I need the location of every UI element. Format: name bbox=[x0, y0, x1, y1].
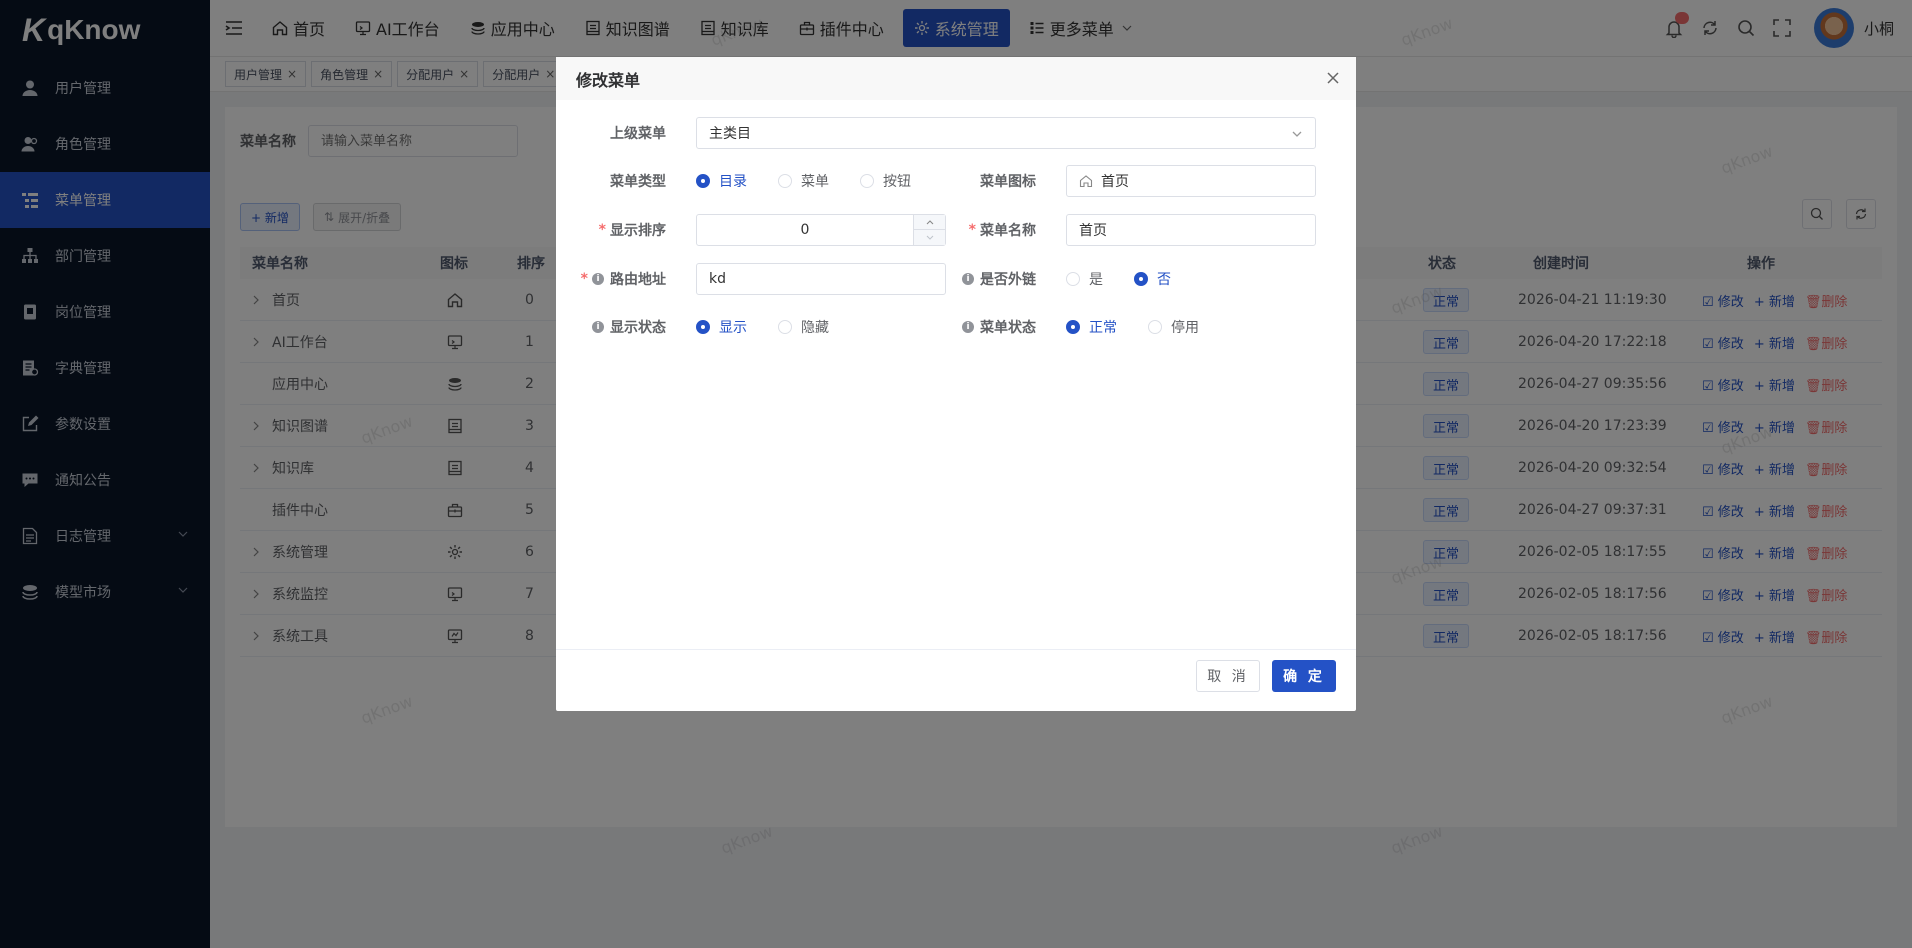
radio-dot bbox=[860, 174, 874, 188]
parent-menu-select[interactable]: 主类目 bbox=[696, 117, 1316, 149]
radio-visible-show[interactable]: 显示 bbox=[696, 311, 747, 343]
radio-label: 目录 bbox=[719, 174, 747, 190]
menu-type-label: 菜单类型 bbox=[556, 165, 666, 197]
menu-name-label: * 菜单名称 bbox=[926, 214, 1036, 246]
confirm-button[interactable]: 确 定 bbox=[1272, 660, 1336, 692]
radio-status-normal[interactable]: 正常 bbox=[1066, 311, 1117, 343]
radio-label: 停用 bbox=[1171, 320, 1199, 336]
radio-dot bbox=[1066, 320, 1080, 334]
menu-type-row: 菜单类型 目录 菜单 按钮 菜单图标 首页 bbox=[556, 165, 1356, 197]
menu-name-input[interactable]: 首页 bbox=[1066, 214, 1316, 246]
required-mark: * bbox=[968, 222, 976, 238]
radio-label: 隐藏 bbox=[801, 320, 829, 336]
external-link-label: i 是否外链 bbox=[926, 263, 1036, 295]
radio-dot bbox=[696, 174, 710, 188]
dialog-footer: 取 消 确 定 bbox=[556, 649, 1356, 711]
route-label: * i 路由地址 bbox=[556, 263, 666, 295]
order-row: * 显示排序 0 * 菜单名称 首页 bbox=[556, 214, 1356, 246]
order-stepper[interactable]: 0 bbox=[696, 214, 946, 246]
required-mark: * bbox=[598, 222, 606, 238]
cancel-button[interactable]: 取 消 bbox=[1196, 660, 1260, 692]
visible-label-text: 显示状态 bbox=[610, 320, 666, 336]
edit-menu-dialog: 修改菜单 上级菜单 主类目 菜单类型 目录 菜单 按钮 菜单图标 首页 * 显示排… bbox=[556, 57, 1356, 711]
radio-label: 是 bbox=[1089, 272, 1103, 288]
menu-status-label: i 菜单状态 bbox=[926, 311, 1036, 343]
menu-type-label-text: 菜单类型 bbox=[610, 174, 666, 190]
radio-label: 显示 bbox=[719, 320, 747, 336]
required-mark: * bbox=[580, 271, 588, 287]
route-value: kd bbox=[709, 271, 726, 287]
radio-label: 按钮 bbox=[883, 174, 911, 190]
chevron-down-icon bbox=[1291, 128, 1303, 140]
parent-menu-label: 上级菜单 bbox=[556, 117, 666, 149]
radio-dot bbox=[1148, 320, 1162, 334]
dialog-title: 修改菜单 bbox=[576, 70, 641, 90]
parent-menu-row: 上级菜单 主类目 bbox=[556, 117, 1356, 149]
menu-status-label-text: 菜单状态 bbox=[980, 320, 1036, 336]
radio-dot bbox=[696, 320, 710, 334]
info-icon[interactable]: i bbox=[592, 273, 604, 285]
parent-menu-value: 主类目 bbox=[709, 126, 751, 142]
radio-dot bbox=[1066, 272, 1080, 286]
menu-name-label-text: 菜单名称 bbox=[980, 223, 1036, 239]
route-row: * i 路由地址 kd i 是否外链 是 否 bbox=[556, 263, 1356, 295]
menu-icon-value: 首页 bbox=[1101, 174, 1129, 190]
route-input[interactable]: kd bbox=[696, 263, 946, 295]
visible-row: i 显示状态 显示 隐藏 i 菜单状态 正常 停用 bbox=[556, 311, 1356, 343]
order-value: 0 bbox=[800, 222, 810, 238]
radio-label: 正常 bbox=[1089, 320, 1117, 336]
radio-label: 否 bbox=[1157, 272, 1171, 288]
radio-status-disabled[interactable]: 停用 bbox=[1148, 311, 1199, 343]
menu-icon-input[interactable]: 首页 bbox=[1066, 165, 1316, 197]
route-label-text: 路由地址 bbox=[610, 272, 666, 288]
dialog-header: 修改菜单 bbox=[556, 57, 1356, 100]
radio-dot bbox=[778, 174, 792, 188]
close-icon[interactable] bbox=[1326, 71, 1340, 85]
menu-name-value: 首页 bbox=[1079, 223, 1107, 239]
radio-type-menu[interactable]: 菜单 bbox=[778, 165, 829, 197]
menu-icon-label: 菜单图标 bbox=[926, 165, 1036, 197]
radio-label: 菜单 bbox=[801, 174, 829, 190]
radio-type-button[interactable]: 按钮 bbox=[860, 165, 911, 197]
radio-visible-hide[interactable]: 隐藏 bbox=[778, 311, 829, 343]
home-icon bbox=[1079, 174, 1093, 188]
radio-external-yes[interactable]: 是 bbox=[1066, 263, 1103, 295]
radio-dot bbox=[778, 320, 792, 334]
radio-external-no[interactable]: 否 bbox=[1134, 263, 1171, 295]
info-icon[interactable]: i bbox=[962, 273, 974, 285]
menu-icon-label-text: 菜单图标 bbox=[980, 174, 1036, 190]
external-link-label-text: 是否外链 bbox=[980, 272, 1036, 288]
radio-dot bbox=[1134, 272, 1148, 286]
visible-label: i 显示状态 bbox=[556, 311, 666, 343]
info-icon[interactable]: i bbox=[592, 321, 604, 333]
parent-menu-label-text: 上级菜单 bbox=[610, 126, 666, 142]
order-label-text: 显示排序 bbox=[610, 223, 666, 239]
radio-type-directory[interactable]: 目录 bbox=[696, 165, 747, 197]
info-icon[interactable]: i bbox=[962, 321, 974, 333]
order-label: * 显示排序 bbox=[556, 214, 666, 246]
